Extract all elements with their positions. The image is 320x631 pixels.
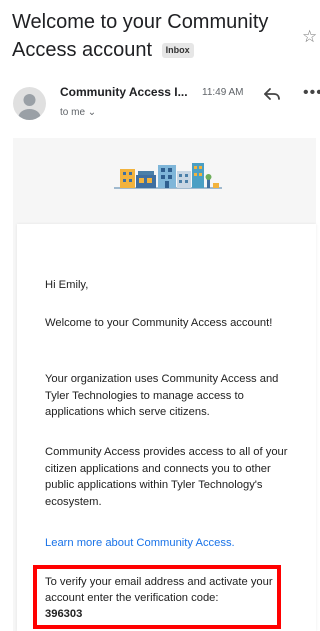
subject-text: Welcome to your Community Access account (12, 11, 269, 61)
more-icon[interactable]: ••• (303, 84, 320, 102)
recipient-line[interactable]: to me ⌄ (60, 107, 96, 118)
avatar-icon[interactable] (13, 87, 46, 120)
greeting-text: Hi Emily, (45, 279, 89, 291)
verification-code: 396303 (45, 608, 83, 620)
email-time: 11:49 AM (202, 87, 244, 98)
sender-name[interactable]: Community Access I... (60, 85, 195, 99)
inbox-badge[interactable]: Inbox (161, 43, 194, 59)
verification-instructions: To verify your email address and activat… (45, 576, 273, 604)
access-paragraph: Community Access provides access to all … (45, 446, 288, 508)
reply-icon[interactable] (262, 84, 282, 104)
learn-more-link[interactable]: Learn more about Community Access. (45, 537, 235, 549)
community-buildings-logo (114, 163, 222, 189)
organization-paragraph: Your organization uses Community Access … (45, 373, 279, 418)
email-subject: Welcome to your Community Access account… (12, 8, 292, 64)
star-icon[interactable]: ☆ (302, 27, 317, 47)
welcome-text: Welcome to your Community Access account… (45, 317, 273, 329)
